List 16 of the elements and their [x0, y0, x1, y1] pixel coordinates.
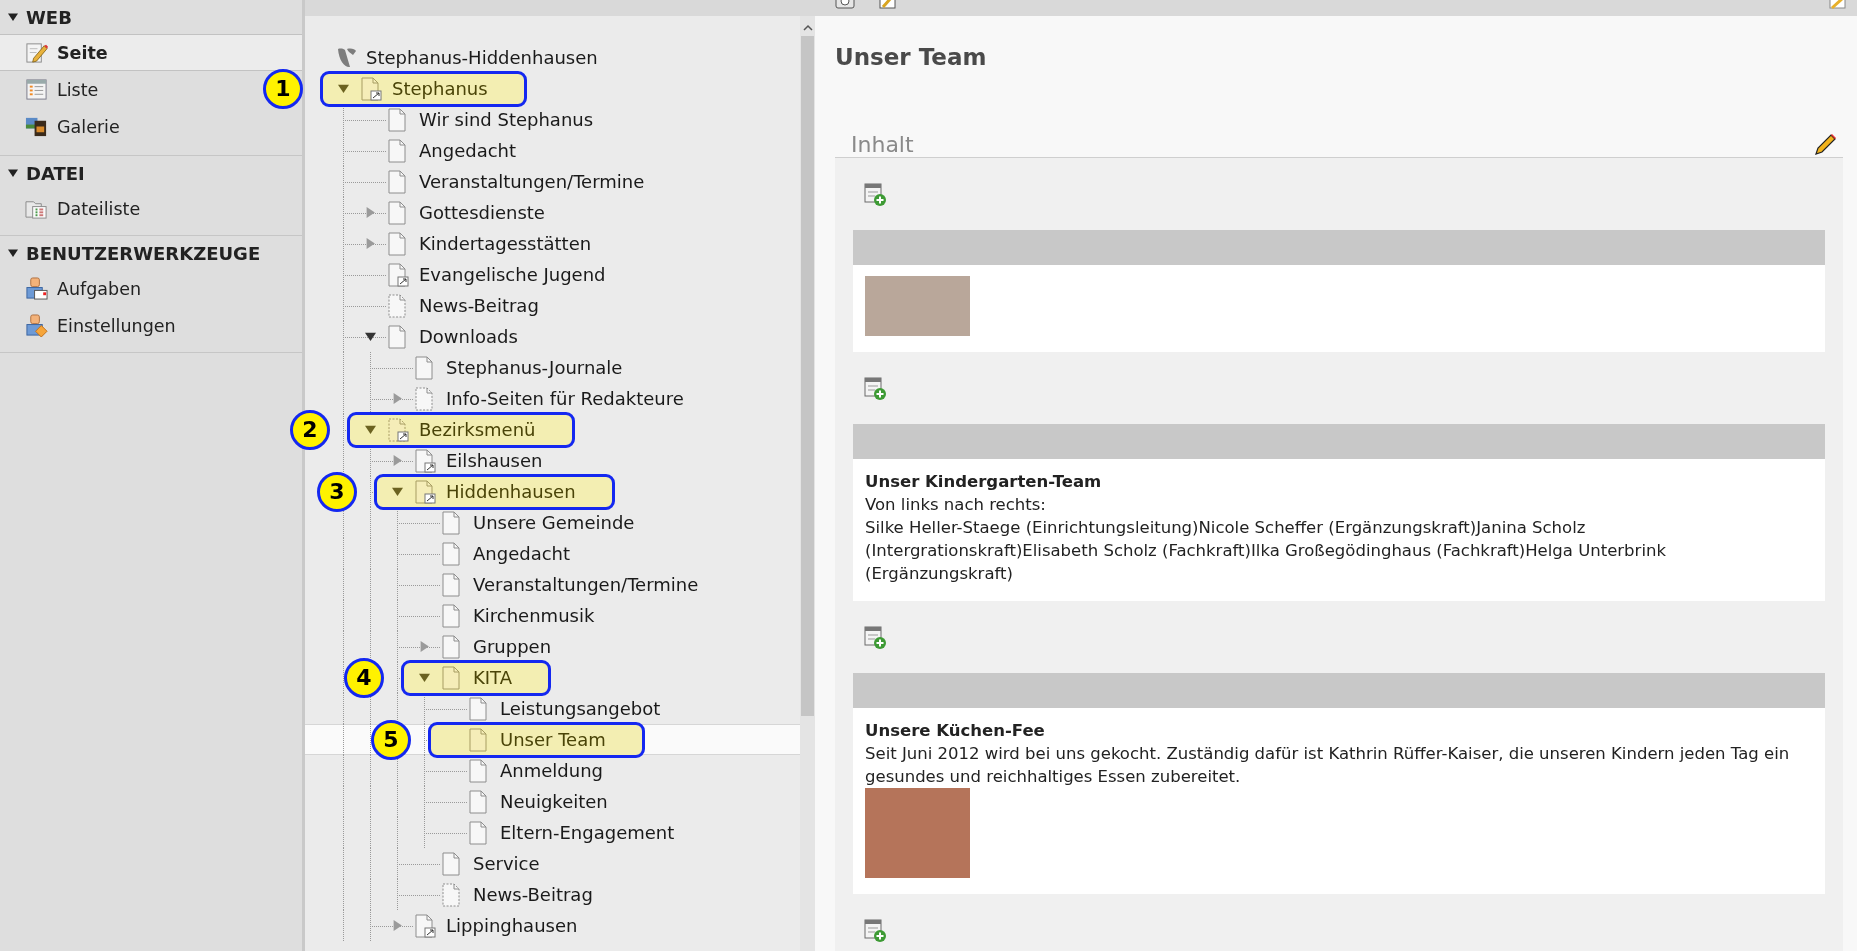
module-label: Einstellungen — [57, 315, 176, 336]
step-number-tooltip: 5 — [371, 719, 411, 760]
element-text: Von links nach rechts: Silke Heller-Staege (Einrichtungsleitung)Nicole Scheffer (Ergänzungskraft)Janina Scholz (Intergrationskraft)Elisabeth Scholz (Fachkraft)Ilka Großegödinghaus (Fachkraft)Helga Unterbrink (Ergänzungskraft) — [865, 494, 1667, 585]
module-label: Seite — [57, 42, 108, 63]
module-label: Dateiliste — [57, 198, 141, 219]
step-number-tooltip: 4 — [344, 657, 384, 698]
module-label: Liste — [57, 79, 99, 100]
element-header: Unser Kindergarten-Team — [865, 471, 1103, 493]
element-header: Unsere Küchen-Fee — [865, 720, 1046, 742]
step-number-tooltip: 3 — [317, 471, 357, 512]
page-heading: Unser Team — [835, 44, 988, 70]
module-label: Galerie — [57, 116, 120, 137]
step-number-tooltip: 2 — [290, 409, 330, 450]
element-text: Seit Juni 2012 wird bei uns gekocht. Zuständig dafür ist Kathrin Rüffer-Kaiser, die unseren Kindern jeden Tag ein gesundes und reichhaltiges Essen zubereitet. — [865, 743, 1791, 788]
module-label: Aufgaben — [57, 278, 142, 299]
column-label: Inhalt — [851, 132, 914, 157]
